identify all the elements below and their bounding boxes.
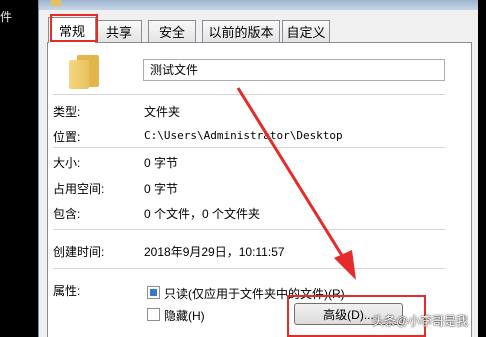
attributes-label: 属性: bbox=[53, 284, 81, 298]
disk-size-label: 占用空间: bbox=[53, 182, 105, 196]
divider bbox=[53, 94, 445, 95]
size-value: 0 字节 bbox=[144, 156, 179, 170]
tab-sharing[interactable]: 共享 bbox=[96, 20, 142, 42]
properties-dialog: 常规 共享 安全 以前的版本 自定义 测试文件 类型: 文件夹 位置: C:\U… bbox=[38, 0, 478, 337]
tab-general[interactable]: 常规 bbox=[48, 17, 96, 43]
desktop-item-label: 件 bbox=[0, 10, 13, 24]
contains-value: 0 个文件，0 个文件夹 bbox=[144, 207, 261, 221]
divider bbox=[53, 229, 445, 230]
created-value: 2018年9月29日，10:11:57 bbox=[144, 245, 285, 259]
location-label: 位置: bbox=[53, 130, 81, 144]
size-label: 大小: bbox=[53, 156, 81, 170]
type-value: 文件夹 bbox=[144, 105, 181, 119]
readonly-checkbox-label[interactable]: 只读(仅应用于文件夹中的文件)(R) bbox=[164, 285, 345, 302]
watermark-text: 头条@小李哥是我 bbox=[372, 314, 469, 328]
contains-label: 包含: bbox=[53, 207, 81, 221]
tab-previous-versions[interactable]: 以前的版本 bbox=[202, 20, 280, 42]
readonly-checkbox[interactable] bbox=[147, 286, 160, 299]
location-value: C:\Users\Administrator\Desktop bbox=[144, 129, 343, 142]
divider bbox=[53, 147, 445, 148]
type-label: 类型: bbox=[53, 105, 81, 119]
tab-security[interactable]: 安全 bbox=[148, 20, 196, 42]
folder-large-icon bbox=[69, 55, 99, 89]
disk-size-value: 0 字节 bbox=[144, 182, 179, 196]
tab-customize[interactable]: 自定义 bbox=[282, 20, 330, 42]
hidden-checkbox-label[interactable]: 隐藏(H) bbox=[164, 307, 205, 324]
created-label: 创建时间: bbox=[53, 245, 105, 259]
title-bar[interactable] bbox=[39, 0, 478, 10]
divider bbox=[53, 268, 445, 269]
folder-icon bbox=[51, 0, 61, 6]
folder-name-input[interactable]: 测试文件 bbox=[143, 59, 445, 81]
hidden-checkbox[interactable] bbox=[147, 308, 160, 321]
